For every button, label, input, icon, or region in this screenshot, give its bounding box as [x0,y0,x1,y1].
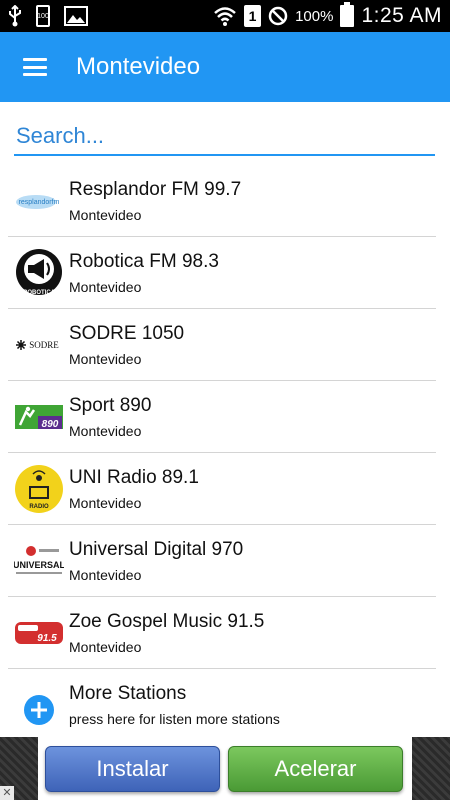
svg-text:SODRE: SODRE [29,340,59,350]
search-input[interactable] [14,118,435,156]
station-city: Montevideo [69,567,142,583]
station-item[interactable]: ROBOTICA Robotica FM 98.3 Montevideo [8,237,436,309]
station-item[interactable]: resplandorfm Resplandor FM 99.7 Montevid… [8,165,436,237]
station-name: Robotica FM 98.3 [69,251,219,272]
clock: 1:25 AM [361,4,442,27]
svg-text:UNIVERSAL: UNIVERSAL [14,560,64,570]
battery-percent: 100% [295,7,334,25]
station-logo-resplandor: resplandorfm [16,195,60,209]
more-stations-item[interactable]: More Stations press here for listen more… [8,669,436,741]
status-bar: 100 1 100% 1:25 AM [0,0,450,32]
station-item[interactable]: SODRE SODRE 1050 Montevideo [8,309,436,381]
station-city: Montevideo [69,207,142,223]
station-item[interactable]: 91.5 Zoe Gospel Music 91.5 Montevideo [8,597,436,669]
install-button[interactable]: Instalar [45,746,220,792]
do-not-disturb-icon [268,6,288,26]
svg-text:RADIO: RADIO [29,504,49,510]
station-city: Montevideo [69,279,142,295]
svg-text:ROBOTICA: ROBOTICA [23,290,56,296]
station-name: Universal Digital 970 [69,539,244,560]
station-name: Sport 890 [69,395,152,416]
add-circle-icon [24,695,54,725]
usb-icon [9,5,21,27]
wifi-icon [214,7,236,26]
close-icon[interactable]: ✕ [0,786,14,800]
search-container [14,118,435,158]
station-city: Montevideo [69,423,142,439]
hamburger-icon [23,58,47,76]
station-name: Resplandor FM 99.7 [69,179,242,200]
station-logo-sodre: SODRE [16,340,59,350]
station-logo-zoe-gospel: 91.5 [15,622,63,644]
station-city: Montevideo [69,495,142,511]
station-list: resplandorfm Resplandor FM 99.7 Montevid… [0,165,450,741]
more-stations-title: More Stations [69,683,187,704]
station-city: Montevideo [69,639,142,655]
station-name: SODRE 1050 [69,323,185,344]
station-city: Montevideo [69,351,142,367]
battery-notification-icon: 100 [36,5,50,27]
station-item[interactable]: RADIO UNI Radio 89.1 Montevideo [8,453,436,525]
station-logo-sport: 890 [15,405,63,430]
svg-text:890: 890 [42,419,59,430]
station-item[interactable]: 890 Sport 890 Montevideo [8,381,436,453]
station-item[interactable]: UNIVERSAL Universal Digital 970 Montevid… [8,525,436,597]
station-name: Zoe Gospel Music 91.5 [69,611,265,632]
svg-text:91.5: 91.5 [37,633,57,644]
ad-border-right [412,737,450,800]
station-logo-robotica: ROBOTICA [16,249,62,296]
sim-icon: 1 [244,5,262,27]
app-bar: Montevideo [0,32,450,102]
menu-button[interactable] [0,32,70,102]
page-title: Montevideo [76,53,201,80]
station-logo-universal: UNIVERSAL [14,546,64,574]
station-name: UNI Radio 89.1 [69,467,199,488]
ad-banner: Instalar Acelerar ✕ [0,737,450,800]
speed-up-button[interactable]: Acelerar [228,746,403,792]
image-icon [64,6,88,26]
svg-text:resplandorfm: resplandorfm [19,199,60,206]
battery-icon [340,2,355,27]
station-logo-uni-radio: RADIO [15,465,63,513]
more-stations-subtitle: press here for listen more stations [69,711,280,727]
